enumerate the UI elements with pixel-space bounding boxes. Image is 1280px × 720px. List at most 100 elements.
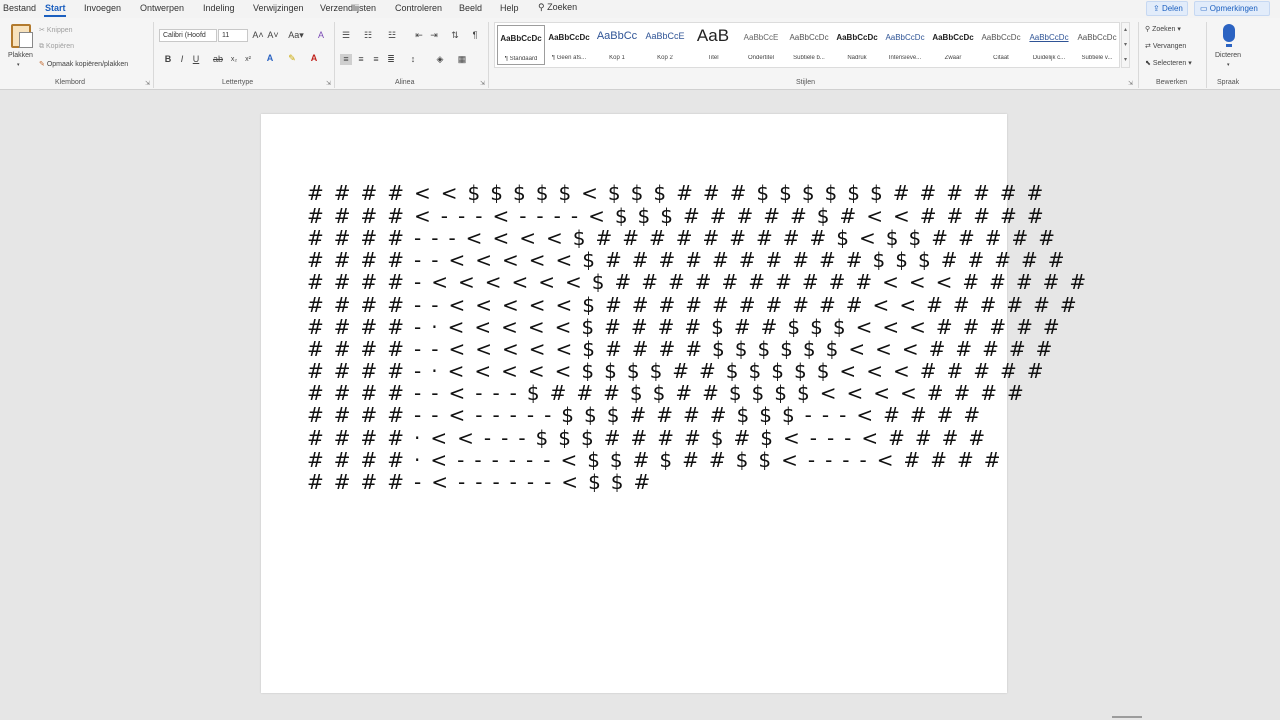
style-subtiele-benadrukking[interactable]: AaBbCcDc Subtiele b... bbox=[785, 25, 833, 65]
decrease-indent-icon[interactable]: ⇤ bbox=[413, 30, 425, 41]
bold-icon[interactable]: B bbox=[162, 54, 174, 65]
document-text-line[interactable]: ####--<<<<<$##########$$$##### bbox=[307, 249, 1075, 271]
style-zwaar[interactable]: AaBbCcDc Zwaar bbox=[929, 25, 977, 65]
share-label: Delen bbox=[1161, 4, 1183, 13]
style-label: Citaat bbox=[993, 55, 1009, 61]
sort-icon[interactable]: ⇅ bbox=[449, 30, 461, 41]
find-button[interactable]: ⚲ Zoeken ▾ bbox=[1145, 25, 1181, 33]
menu-start[interactable]: Start bbox=[45, 3, 66, 13]
document-text-line[interactable]: ####---<<<<$#########$<$$##### bbox=[307, 227, 1065, 249]
menu-controleren[interactable]: Controleren bbox=[395, 3, 442, 13]
borders-icon[interactable]: ▦ bbox=[456, 54, 468, 65]
document-text-line[interactable]: ####--<<<<<$##########<<###### bbox=[307, 294, 1087, 316]
style-sample: AaBbCcDc bbox=[500, 34, 542, 43]
search-tab[interactable]: ⚲ Zoeken bbox=[538, 2, 577, 13]
chevron-up-icon[interactable]: ▴ bbox=[1122, 23, 1129, 38]
highlight-icon[interactable]: ✎ bbox=[286, 53, 298, 64]
font-color-icon[interactable]: A bbox=[308, 53, 320, 64]
document-text-line[interactable]: ####-<<<<<<$##########<<<##### bbox=[307, 271, 1096, 293]
document-text-line[interactable]: ####--<-----$$$####$$$---<#### bbox=[307, 404, 990, 426]
clear-formatting-icon[interactable]: A bbox=[315, 30, 327, 41]
subscript-icon[interactable]: x₂ bbox=[228, 54, 240, 65]
shrink-font-icon[interactable]: A˅ bbox=[267, 30, 279, 41]
pilcrow-icon[interactable]: ¶ bbox=[469, 30, 481, 41]
paragraph-launcher-icon[interactable]: ⇲ bbox=[480, 80, 485, 87]
chevron-down-icon[interactable]: ▾ bbox=[1122, 38, 1129, 53]
more-styles-icon[interactable]: ▾ bbox=[1122, 53, 1129, 68]
active-tab-indicator bbox=[44, 15, 66, 17]
increase-indent-icon[interactable]: ⇥ bbox=[428, 30, 440, 41]
cursor-icon: ⬉ bbox=[1145, 60, 1151, 67]
style-intensieve-benadrukking[interactable]: AaBbCcDc Intensieve... bbox=[881, 25, 929, 65]
line-spacing-icon[interactable]: ↕ bbox=[407, 54, 419, 65]
strikethrough-icon[interactable]: ab bbox=[212, 54, 224, 65]
document-text-line[interactable]: ####--<---$###$$##$$$$<<<<#### bbox=[307, 382, 1034, 404]
grow-font-icon[interactable]: A˄ bbox=[252, 30, 264, 41]
menu-beeld[interactable]: Beeld bbox=[459, 3, 482, 13]
font-launcher-icon[interactable]: ⇲ bbox=[326, 80, 331, 87]
replace-button[interactable]: ⇄ Vervangen bbox=[1145, 42, 1186, 50]
comments-label: Opmerkingen bbox=[1209, 4, 1258, 13]
shading-icon[interactable]: ◈ bbox=[434, 54, 446, 65]
style-nadruk[interactable]: AaBbCcDc Nadruk bbox=[833, 25, 881, 65]
menu-verwijzingen[interactable]: Verwijzingen bbox=[253, 3, 304, 13]
font-group-label: Lettertype bbox=[222, 79, 254, 86]
select-button[interactable]: ⬉ Selecteren ▾ bbox=[1145, 59, 1192, 67]
document-text-line[interactable]: ####·<------<$$#$##$$<----<#### bbox=[307, 449, 1011, 471]
format-painter-button[interactable]: ✎ Opmaak kopiëren/plakken bbox=[39, 60, 128, 68]
style-titel[interactable]: AaB Titel bbox=[689, 25, 737, 65]
chevron-down-icon: ▾ bbox=[17, 62, 20, 68]
numbering-icon[interactable]: ☷ bbox=[362, 30, 374, 41]
share-button[interactable]: ⇪ Delen bbox=[1146, 1, 1188, 16]
style-standaard[interactable]: AaBbCcDc ¶ Standaard bbox=[497, 25, 545, 65]
document-page[interactable]: ####<<$$$$$<$$$###$$$$$$###### ####<---<… bbox=[261, 114, 1086, 693]
align-right-icon[interactable]: ≡ bbox=[370, 54, 382, 65]
paste-label: Plakken bbox=[8, 52, 33, 59]
menu-bestand[interactable]: Bestand bbox=[3, 3, 36, 13]
text-effects-icon[interactable]: A bbox=[264, 53, 276, 64]
italic-icon[interactable]: I bbox=[176, 54, 188, 65]
document-text-line[interactable]: ####-·<<<<<$$$$##$$$$$<<<##### bbox=[307, 360, 1054, 382]
menu-help[interactable]: Help bbox=[500, 3, 519, 13]
clipboard-group-label: Klembord bbox=[55, 79, 85, 86]
styles-scrollbar[interactable]: ▴ ▾ ▾ bbox=[1121, 22, 1130, 68]
style-label: Intensieve... bbox=[888, 55, 922, 61]
clipboard-launcher-icon[interactable]: ⇲ bbox=[145, 80, 150, 87]
document-text-line[interactable]: ####<<$$$$$<$$$###$$$$$$###### bbox=[307, 182, 1053, 204]
style-kop-2[interactable]: AaBbCcE Kop 2 bbox=[641, 25, 689, 65]
font-name-select[interactable]: Calibri (Hoofd bbox=[159, 29, 217, 42]
document-text-line[interactable]: ####--<<<<<$####$$$$$$<<<##### bbox=[307, 338, 1062, 360]
bullets-icon[interactable]: ☰ bbox=[340, 30, 352, 41]
style-geen-afstand[interactable]: AaBbCcDc ¶ Geen afs... bbox=[545, 25, 593, 65]
superscript-icon[interactable]: x² bbox=[242, 54, 254, 65]
menu-verzendlijsten[interactable]: Verzendlijsten bbox=[320, 3, 376, 13]
style-citaat[interactable]: AaBbCcDc Citaat bbox=[977, 25, 1025, 65]
justify-icon[interactable]: ≣ bbox=[385, 54, 397, 65]
menu-indeling[interactable]: Indeling bbox=[203, 3, 235, 13]
style-sample: AaBbCcDc bbox=[885, 33, 925, 42]
style-sample: AaBbCcDc bbox=[1077, 33, 1117, 42]
font-size-value: 11 bbox=[222, 32, 230, 39]
style-duidelijk-citaat[interactable]: AaBbCcDc Duidelijk c... bbox=[1025, 25, 1073, 65]
menu-invoegen[interactable]: Invoegen bbox=[84, 3, 121, 13]
change-case-icon[interactable]: Aa▾ bbox=[287, 30, 305, 41]
comments-button[interactable]: ▭ Opmerkingen bbox=[1194, 1, 1270, 16]
document-text-line[interactable]: ####-<------<$$# bbox=[307, 471, 660, 493]
style-kop-1[interactable]: AaBbCc Kop 1 bbox=[593, 25, 641, 65]
document-text-line[interactable]: ####<---<----<$$$#####$#<<##### bbox=[307, 205, 1054, 227]
multilevel-list-icon[interactable]: ☳ bbox=[386, 30, 398, 41]
document-text-line[interactable]: ####-·<<<<<$####$##$$$<<<##### bbox=[307, 316, 1070, 338]
document-text-line[interactable]: ####·<<---$$$####$#$<---<#### bbox=[307, 427, 995, 449]
underline-icon[interactable]: U bbox=[190, 54, 202, 65]
font-size-select[interactable]: 11 bbox=[218, 29, 248, 42]
style-subtiele-verwijzing[interactable]: AaBbCcDc Subtiele v... bbox=[1073, 25, 1121, 65]
divider bbox=[153, 22, 154, 88]
cut-button[interactable]: ✂ Knippen bbox=[39, 26, 73, 34]
align-center-icon[interactable]: ≡ bbox=[355, 54, 367, 65]
copy-button[interactable]: ⧉ Kopiëren bbox=[39, 43, 74, 51]
search-icon: ⚲ bbox=[538, 2, 545, 12]
style-ondertitel[interactable]: AaBbCcE Ondertitel bbox=[737, 25, 785, 65]
styles-launcher-icon[interactable]: ⇲ bbox=[1128, 80, 1133, 87]
menu-ontwerpen[interactable]: Ontwerpen bbox=[140, 3, 184, 13]
align-left-icon[interactable]: ≡ bbox=[340, 54, 352, 65]
